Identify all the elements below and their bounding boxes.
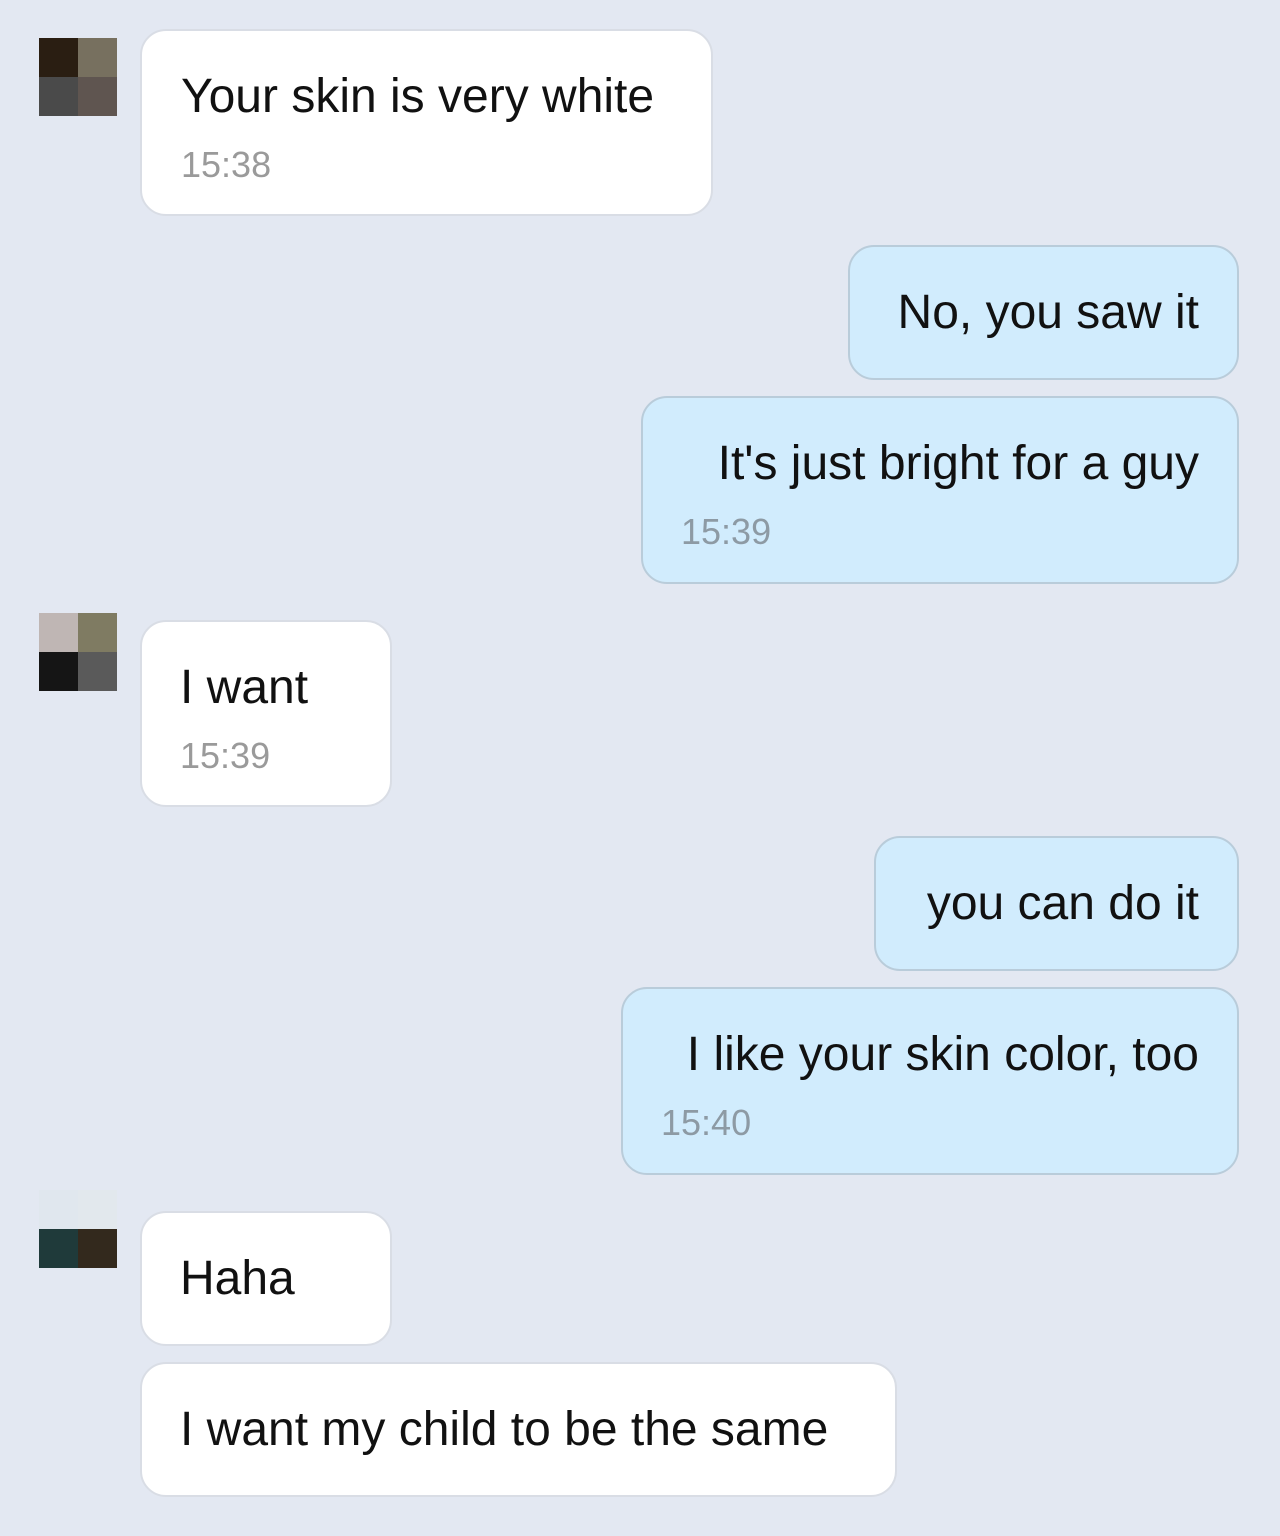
incoming-message-bubble[interactable]: Your skin is very white 15:38 [140,29,713,216]
outgoing-message-bubble[interactable]: I like your skin color, too 15:40 [621,987,1239,1175]
incoming-message-bubble[interactable]: I want 15:39 [140,620,392,807]
incoming-message-bubble[interactable]: I want my child to be the same [140,1362,897,1497]
message-text: Haha [180,1252,295,1305]
message-text: I like your skin color, too [686,1028,1199,1081]
message-text: you can do it [926,877,1199,930]
outgoing-message-bubble[interactable]: you can do it [874,836,1239,971]
message-text: I want [180,661,309,714]
message-text: It's just bright for a guy [717,437,1199,490]
message-text: I want my child to be the same [180,1403,829,1456]
message-timestamp: 15:38 [181,144,272,185]
incoming-message-bubble[interactable]: Haha [140,1211,392,1346]
contact-avatar[interactable] [39,1190,117,1268]
message-timestamp: 15:39 [180,735,271,776]
message-timestamp: 15:39 [681,511,772,552]
outgoing-message-bubble[interactable]: It's just bright for a guy 15:39 [641,396,1239,584]
contact-avatar[interactable] [39,613,117,691]
outgoing-message-bubble[interactable]: No, you saw it [848,245,1239,380]
message-text: No, you saw it [897,286,1199,339]
contact-avatar[interactable] [39,38,117,116]
message-timestamp: 15:40 [661,1102,752,1143]
message-text: Your skin is very white [181,70,655,123]
